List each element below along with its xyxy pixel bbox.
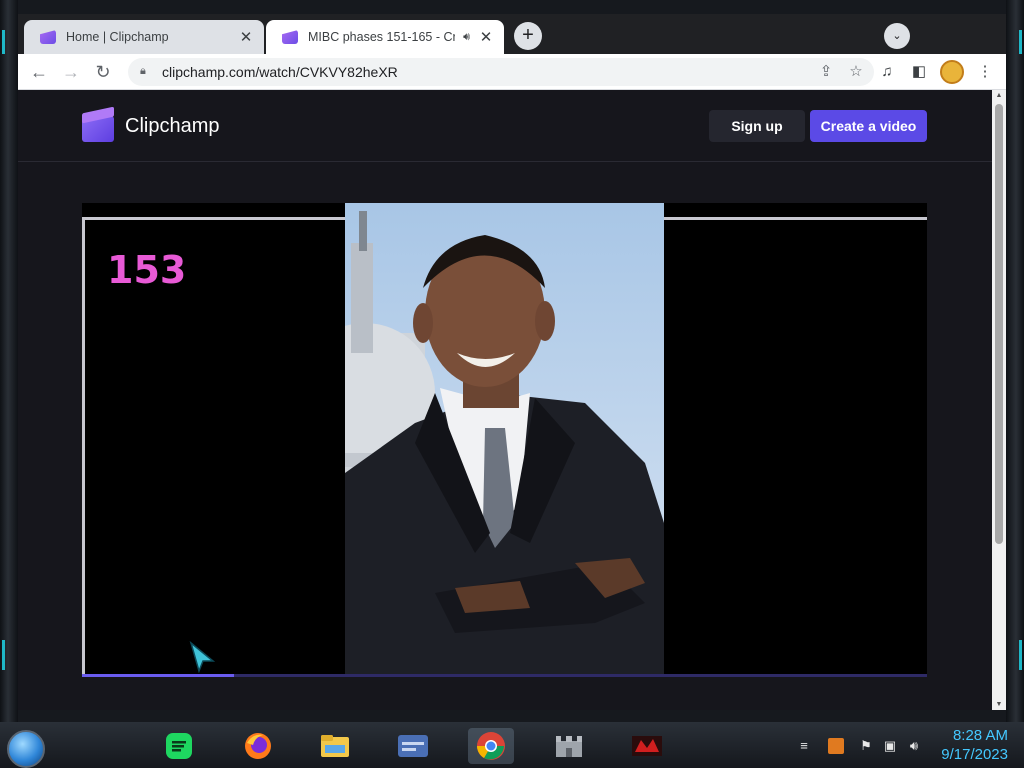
clock-date: 9/17/2023: [941, 746, 1008, 763]
media-control-icon[interactable]: ♫: [874, 59, 900, 85]
clipchamp-page: Clipchamp Sign up Create a video 153: [18, 90, 992, 710]
brand-name[interactable]: Clipchamp: [125, 115, 219, 138]
browser-toolbar: ← → ↻ 🔒︎ clipchamp.com/watch/CVKVY82heXR…: [18, 54, 1006, 90]
clipchamp-favicon-icon: [40, 30, 56, 44]
castle-icon[interactable]: [546, 728, 592, 764]
close-icon[interactable]: ✕: [238, 28, 254, 46]
tab-mibc-phases[interactable]: MIBC phases 151-165 - Crea 🔊︎ ✕: [266, 20, 504, 54]
tab-title: Home | Clipchamp: [66, 30, 169, 44]
scroll-up-icon[interactable]: ▲: [992, 92, 1006, 99]
show-hidden-icons-icon[interactable]: ≡: [796, 738, 812, 754]
new-tab-button[interactable]: +: [514, 22, 542, 50]
browser-window: Home | Clipchamp ✕ MIBC phases 151-165 -…: [18, 14, 1006, 710]
speaker-icon[interactable]: 🔊︎: [463, 31, 470, 44]
app-tray-icon[interactable]: [828, 738, 844, 754]
system-clock[interactable]: 8:28 AM 9/17/2023: [941, 726, 1008, 764]
chevron-down-icon[interactable]: ⌄: [884, 23, 910, 49]
video-player[interactable]: 153: [82, 203, 927, 677]
window-controls: [914, 14, 1002, 44]
scroll-down-icon[interactable]: ▼: [992, 701, 1006, 708]
frame-accent-right-bottom: [1019, 640, 1022, 670]
back-arrow-icon[interactable]: ←: [26, 59, 52, 85]
sign-up-button[interactable]: Sign up: [709, 110, 805, 142]
tab-title: MIBC phases 151-165 - Crea: [308, 30, 456, 44]
taskbar: ≡ ⚑ ▣ 🔊︎ 8:28 AM 9/17/2023: [0, 722, 1024, 768]
volume-icon[interactable]: 🔊︎: [906, 738, 922, 754]
network-icon[interactable]: ▣: [882, 738, 898, 754]
clock-time: 8:28 AM: [952, 727, 1008, 744]
profile-avatar[interactable]: [940, 60, 964, 84]
share-icon[interactable]: ⇪: [814, 60, 838, 84]
menu-kebab-icon[interactable]: ⋮: [972, 59, 998, 85]
spotify-icon[interactable]: [156, 728, 202, 764]
frame-accent-left-bottom: [2, 640, 5, 670]
frame-accent-left: [2, 30, 5, 54]
clipchamp-header: Clipchamp Sign up Create a video: [18, 90, 992, 162]
star-icon[interactable]: ☆: [844, 60, 868, 84]
tab-strip: Home | Clipchamp ✕ MIBC phases 151-165 -…: [18, 14, 1006, 54]
address-bar[interactable]: 🔒︎ clipchamp.com/watch/CVKVY82heXR ⇪ ☆: [128, 58, 874, 86]
reload-icon[interactable]: ↻: [90, 59, 116, 85]
firefox-icon[interactable]: [235, 728, 281, 764]
flag-icon[interactable]: ⚑: [858, 738, 874, 754]
file-explorer-icon[interactable]: [312, 728, 358, 764]
close-icon[interactable]: ✕: [478, 28, 494, 46]
forward-arrow-icon[interactable]: →: [58, 59, 84, 85]
video-progress-bar[interactable]: [82, 674, 927, 677]
create-video-button[interactable]: Create a video: [810, 110, 927, 142]
video-right-panel: [664, 217, 927, 677]
side-panel-icon[interactable]: ◧: [906, 59, 932, 85]
phase-number: 153: [107, 248, 187, 292]
frame-accent-right: [1019, 30, 1022, 54]
tab-home[interactable]: Home | Clipchamp ✕: [24, 20, 264, 54]
clipchamp-favicon-icon: [282, 30, 298, 44]
chrome-icon[interactable]: [468, 728, 514, 764]
video-progress-fill: [82, 674, 235, 677]
window-icon[interactable]: [390, 728, 436, 764]
portrait-photo: [345, 203, 664, 677]
video-left-panel: 153: [82, 217, 345, 677]
url-text: clipchamp.com/watch/CVKVY82heXR: [162, 64, 398, 80]
scrollbar-thumb[interactable]: [995, 104, 1003, 544]
start-button[interactable]: [7, 730, 45, 768]
page-scrollbar[interactable]: ▲ ▼: [992, 90, 1006, 710]
mouse-cursor-icon: [189, 641, 215, 673]
game-icon[interactable]: [624, 728, 670, 764]
lock-icon: 🔒︎: [140, 65, 146, 77]
clipchamp-logo-icon[interactable]: [82, 106, 114, 142]
